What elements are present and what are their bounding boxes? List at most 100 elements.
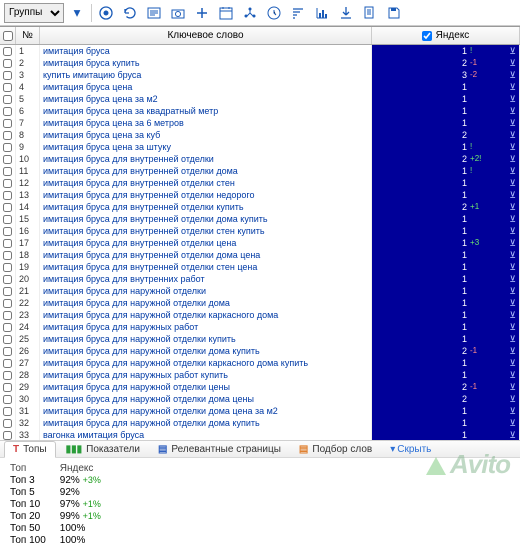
row-yandex[interactable]: 2-1⊻ bbox=[372, 381, 520, 393]
graph-icon[interactable]: ⊻ bbox=[509, 165, 516, 177]
row-check[interactable] bbox=[0, 57, 16, 69]
row-yandex[interactable]: 2⊻ bbox=[372, 393, 520, 405]
doc-refresh-icon[interactable] bbox=[359, 2, 381, 24]
graph-icon[interactable]: ⊻ bbox=[509, 417, 516, 429]
table-row[interactable]: 9имитация бруса цена за штуку1!⊻ bbox=[0, 141, 520, 153]
refresh-icon[interactable] bbox=[119, 2, 141, 24]
table-row[interactable]: 6имитация бруса цена за квадратный метр1… bbox=[0, 105, 520, 117]
header-check[interactable] bbox=[0, 27, 16, 44]
table-row[interactable]: 4имитация бруса цена1⊻ bbox=[0, 81, 520, 93]
row-check[interactable] bbox=[0, 213, 16, 225]
table-row[interactable]: 2имитация бруса купить2-1⊻ bbox=[0, 57, 520, 69]
row-check[interactable] bbox=[0, 165, 16, 177]
graph-icon[interactable]: ⊻ bbox=[509, 93, 516, 105]
row-check[interactable] bbox=[0, 321, 16, 333]
chrome-icon[interactable] bbox=[95, 2, 117, 24]
table-row[interactable]: 3купить имитацию бруса3-2⊻ bbox=[0, 69, 520, 81]
graph-icon[interactable]: ⊻ bbox=[509, 189, 516, 201]
table-row[interactable]: 15имитация бруса для внутренней отделки … bbox=[0, 213, 520, 225]
row-check[interactable] bbox=[0, 249, 16, 261]
dropdown-button[interactable]: ▾ bbox=[66, 2, 88, 24]
tab-indicators[interactable]: ▮▮▮Показатели bbox=[58, 442, 148, 457]
row-check[interactable] bbox=[0, 405, 16, 417]
graph-icon[interactable]: ⊻ bbox=[509, 201, 516, 213]
table-row[interactable]: 11имитация бруса для внутренней отделки … bbox=[0, 165, 520, 177]
graph-icon[interactable]: ⊻ bbox=[509, 105, 516, 117]
graph-icon[interactable]: ⊻ bbox=[509, 297, 516, 309]
row-check[interactable] bbox=[0, 81, 16, 93]
table-row[interactable]: 14имитация бруса для внутренней отделки … bbox=[0, 201, 520, 213]
row-check[interactable] bbox=[0, 141, 16, 153]
table-row[interactable]: 20имитация бруса для внутренних работ1⊻ bbox=[0, 273, 520, 285]
graph-icon[interactable]: ⊻ bbox=[509, 321, 516, 333]
row-yandex[interactable]: 1⊻ bbox=[372, 321, 520, 333]
table-row[interactable]: 24имитация бруса для наружных работ1⊻ bbox=[0, 321, 520, 333]
table-row[interactable]: 8имитация бруса цена за куб2⊻ bbox=[0, 129, 520, 141]
row-yandex[interactable]: 1+3⊻ bbox=[372, 237, 520, 249]
row-yandex[interactable]: 1!⊻ bbox=[372, 141, 520, 153]
row-check[interactable] bbox=[0, 309, 16, 321]
graph-icon[interactable]: ⊻ bbox=[509, 129, 516, 141]
table-row[interactable]: 7имитация бруса цена за 6 метров1⊻ bbox=[0, 117, 520, 129]
graph-icon[interactable]: ⊻ bbox=[509, 393, 516, 405]
row-yandex[interactable]: 2+1⊻ bbox=[372, 201, 520, 213]
row-check[interactable] bbox=[0, 261, 16, 273]
table-row[interactable]: 19имитация бруса для внутренней отделки … bbox=[0, 261, 520, 273]
row-check[interactable] bbox=[0, 129, 16, 141]
table-row[interactable]: 28имитация бруса для наружных работ купи… bbox=[0, 369, 520, 381]
row-yandex[interactable]: 1!⊻ bbox=[372, 165, 520, 177]
row-yandex[interactable]: 2⊻ bbox=[372, 129, 520, 141]
graph-icon[interactable]: ⊻ bbox=[509, 81, 516, 93]
row-yandex[interactable]: 1⊻ bbox=[372, 285, 520, 297]
row-yandex[interactable]: 1⊻ bbox=[372, 429, 520, 440]
row-check[interactable] bbox=[0, 225, 16, 237]
row-yandex[interactable]: 3-2⊻ bbox=[372, 69, 520, 81]
row-yandex[interactable]: 2+2!⊻ bbox=[372, 153, 520, 165]
graph-icon[interactable]: ⊻ bbox=[509, 57, 516, 69]
row-check[interactable] bbox=[0, 153, 16, 165]
table-row[interactable]: 13имитация бруса для внутренней отделки … bbox=[0, 189, 520, 201]
graph-icon[interactable]: ⊻ bbox=[509, 273, 516, 285]
graph-icon[interactable]: ⊻ bbox=[509, 225, 516, 237]
row-yandex[interactable]: 1!⊻ bbox=[372, 45, 520, 57]
table-row[interactable]: 30имитация бруса для наружной отделки до… bbox=[0, 393, 520, 405]
graph-icon[interactable]: ⊻ bbox=[509, 333, 516, 345]
list-check-icon[interactable] bbox=[143, 2, 165, 24]
row-yandex[interactable]: 1⊻ bbox=[372, 105, 520, 117]
graph-icon[interactable]: ⊻ bbox=[509, 429, 516, 440]
row-check[interactable] bbox=[0, 105, 16, 117]
row-check[interactable] bbox=[0, 237, 16, 249]
row-check[interactable] bbox=[0, 69, 16, 81]
row-yandex[interactable]: 1⊻ bbox=[372, 309, 520, 321]
row-check[interactable] bbox=[0, 369, 16, 381]
graph-icon[interactable]: ⊻ bbox=[509, 249, 516, 261]
table-row[interactable]: 29имитация бруса для наружной отделки це… bbox=[0, 381, 520, 393]
add-icon[interactable] bbox=[191, 2, 213, 24]
header-keyword[interactable]: Ключевое слово bbox=[40, 27, 372, 44]
table-row[interactable]: 22имитация бруса для наружной отделки до… bbox=[0, 297, 520, 309]
calendar-icon[interactable] bbox=[215, 2, 237, 24]
chart-icon[interactable] bbox=[311, 2, 333, 24]
download-icon[interactable] bbox=[335, 2, 357, 24]
table-row[interactable]: 5имитация бруса цена за м21⊻ bbox=[0, 93, 520, 105]
row-yandex[interactable]: 1⊻ bbox=[372, 273, 520, 285]
sort-icon[interactable] bbox=[287, 2, 309, 24]
row-yandex[interactable]: 1⊻ bbox=[372, 261, 520, 273]
table-row[interactable]: 1имитация бруса1!⊻ bbox=[0, 45, 520, 57]
table-row[interactable]: 16имитация бруса для внутренней отделки … bbox=[0, 225, 520, 237]
row-check[interactable] bbox=[0, 333, 16, 345]
graph-icon[interactable]: ⊻ bbox=[509, 357, 516, 369]
row-check[interactable] bbox=[0, 189, 16, 201]
graph-icon[interactable]: ⊻ bbox=[509, 213, 516, 225]
save-icon[interactable] bbox=[383, 2, 405, 24]
graph-icon[interactable]: ⊻ bbox=[509, 237, 516, 249]
table-row[interactable]: 33вагонка имитация бруса1⊻ bbox=[0, 429, 520, 440]
row-yandex[interactable]: 2-1⊻ bbox=[372, 57, 520, 69]
graph-icon[interactable]: ⊻ bbox=[509, 45, 516, 57]
table-row[interactable]: 23имитация бруса для наружной отделки ка… bbox=[0, 309, 520, 321]
tab-relevant[interactable]: ▤Релевантные страницы bbox=[150, 442, 289, 457]
row-yandex[interactable]: 1⊻ bbox=[372, 405, 520, 417]
row-check[interactable] bbox=[0, 393, 16, 405]
row-check[interactable] bbox=[0, 273, 16, 285]
row-yandex[interactable]: 1⊻ bbox=[372, 81, 520, 93]
